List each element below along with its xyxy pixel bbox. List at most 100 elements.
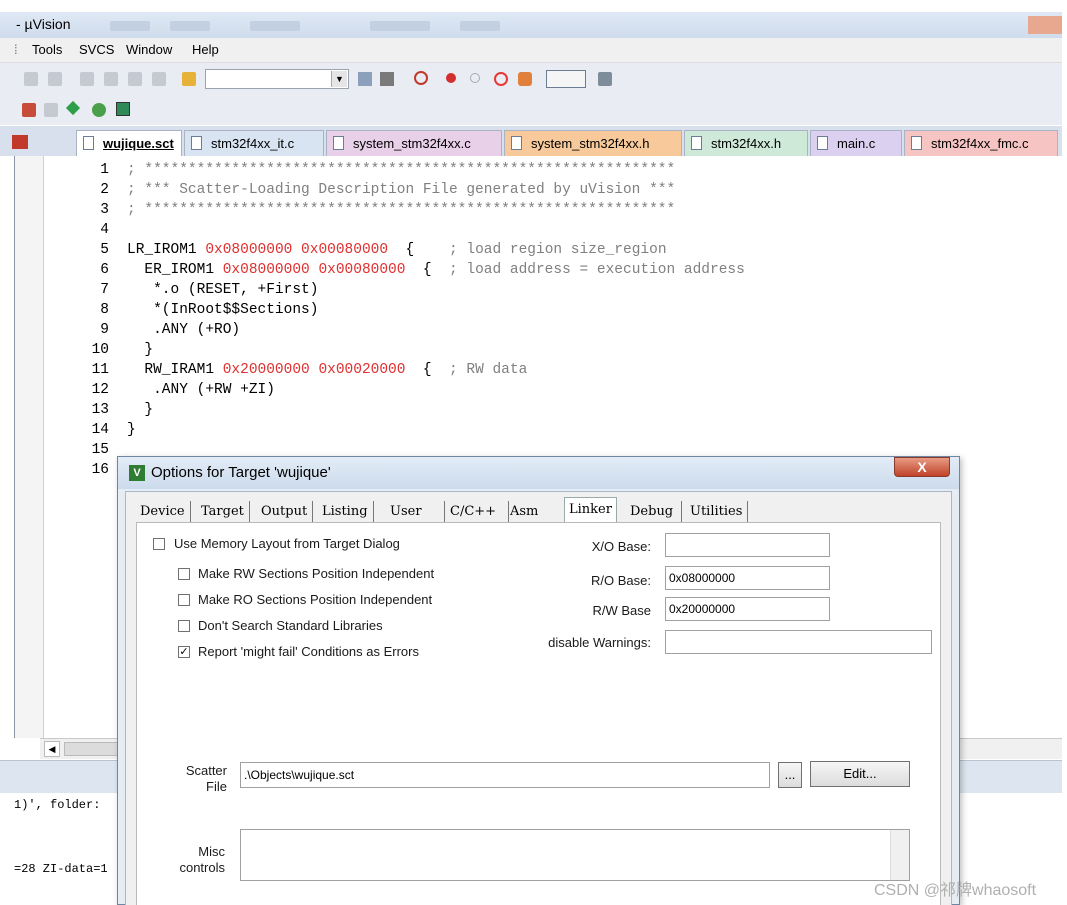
scatter-browse-button[interactable]: ... [778,762,802,788]
copy-icon[interactable] [44,103,58,117]
code-line: 4 [15,220,1045,240]
scatter-file-label-1: Scatter [185,763,227,778]
menu-tools[interactable]: Tools [32,42,62,57]
pack-installer-icon[interactable] [92,103,106,117]
toolbar-build: ▼ [0,63,1062,95]
configure-icon[interactable] [598,72,612,86]
title-bar: - µVision [0,12,1062,38]
file-icon [511,136,522,150]
indent-icon[interactable] [80,72,94,86]
report-might-fail-label: Report 'might fail' Conditions as Errors [198,644,419,659]
line-number: 6 [100,262,109,278]
code-text: ; *** Scatter-Loading Description File g… [127,182,676,198]
incremental-find-icon[interactable] [380,72,394,86]
dont-search-libraries-checkbox[interactable] [178,620,190,632]
window-layout-icon[interactable] [546,70,586,88]
rw-position-independent-label: Make RW Sections Position Independent [198,566,435,581]
bookmark-icon[interactable] [24,72,38,86]
menu-svcs[interactable]: SVCS [79,42,114,57]
breakpoint-disable-icon[interactable] [470,73,480,83]
code-line: 9 .ANY (+RO) [15,320,1045,340]
file-icon [911,136,922,150]
unindent-icon[interactable] [104,72,118,86]
find-in-files-icon[interactable] [182,72,196,86]
debug-icon[interactable] [414,71,428,85]
code-line: 3 ; *************************************… [15,200,1045,220]
comment-icon[interactable] [128,72,142,86]
disable-warnings-label: disable Warnings: [548,635,651,650]
tab-main-c[interactable]: main.c [810,130,902,156]
line-number: 13 [91,402,109,418]
use-memory-layout-checkbox[interactable] [153,538,165,550]
tab-wujique-sct[interactable]: wujique.sct [76,130,182,156]
rte-icon[interactable] [116,102,130,116]
rw-position-independent-checkbox[interactable] [178,568,190,580]
code-line: 10 } [15,340,1045,360]
tab-system-stm32f4xx-h[interactable]: system_stm32f4xx.h [504,130,682,156]
dialog-tab-output[interactable]: Output [261,501,314,523]
scatter-edit-button[interactable]: Edit... [810,761,910,787]
combo-dropdown-icon[interactable]: ▼ [331,71,347,87]
ro-base-label: R/O Base: [591,573,651,588]
find-icon[interactable] [358,72,372,86]
manage-components-icon[interactable] [65,100,81,116]
ro-base-input[interactable]: 0x08000000 [665,566,830,590]
kill-breakpoints-icon[interactable] [494,72,508,86]
dialog-tab-device[interactable]: Device [140,501,191,523]
code-text: ; **************************************… [127,162,676,178]
find-combo[interactable]: ▼ [205,69,349,89]
line-number: 10 [91,342,109,358]
tab-stm32f4xx-it-c[interactable]: stm32f4xx_it.c [184,130,324,156]
code-line: 5 LR_IROM1 0x08000000 0x00080000 { ; load… [15,240,1045,260]
scroll-left-icon[interactable]: ◀ [44,741,60,757]
dialog-close-button[interactable]: X [894,457,950,477]
file-icon [191,136,202,150]
check-mark-icon: ✓ [179,646,189,658]
line-number: 8 [100,302,109,318]
report-might-fail-checkbox[interactable]: ✓ [178,646,190,658]
dialog-tab-user[interactable]: User [390,501,445,523]
menu-bar: ⁞ Tools SVCS Window Help [0,38,1062,63]
menu-window[interactable]: Window [126,42,172,57]
code-text: *(InRoot$$Sections) [127,302,319,318]
editor-tab-strip: wujique.sct stm32f4xx_it.c system_stm32f… [0,126,1062,156]
dont-search-libraries-label: Don't Search Standard Libraries [198,618,383,633]
misc-controls-label-1: Misc [198,844,225,859]
dialog-tab-asm[interactable]: Asm [510,501,538,523]
close-tab-icon[interactable] [12,135,28,149]
menu-gripper: ⁞ [14,42,18,57]
ro-position-independent-label: Make RO Sections Position Independent [198,592,433,607]
line-number: 11 [91,362,109,378]
use-memory-layout-label: Use Memory Layout from Target Dialog [174,536,400,551]
line-number: 3 [100,202,109,218]
scatter-file-input[interactable]: .\Objects\wujique.sct [240,762,770,788]
menu-help[interactable]: Help [192,42,219,57]
ro-position-independent-checkbox[interactable] [178,594,190,606]
misc-controls-scrollbar[interactable] [890,830,909,880]
dialog-tab-debug[interactable]: Debug [630,501,683,523]
file-icon [817,136,828,150]
window-close-button[interactable] [1028,16,1062,34]
code-line: 11 RW_IRAM1 0x20000000 0x00020000 { ; RW… [15,360,1045,380]
bookmark-next-icon[interactable] [48,72,62,86]
dialog-tab-target[interactable]: Target [201,501,250,523]
code-text: *.o (RESET, +First) [127,282,319,298]
build-output-line-2: =28 ZI-data=1 [14,862,108,876]
dialog-tab-cpp[interactable]: C/C++ [450,501,510,523]
tab-stm32f4xx-fmc-c[interactable]: stm32f4xx_fmc.c [904,130,1058,156]
breakpoint-icon[interactable] [446,73,456,83]
tab-system-stm32f4xx-c[interactable]: system_stm32f4xx.c [326,130,502,156]
xo-base-input[interactable] [665,533,830,557]
dialog-title-bar: V Options for Target 'wujique' X [118,457,959,489]
disable-warnings-input[interactable] [665,630,932,654]
tab-stm32f4xx-h[interactable]: stm32f4xx.h [684,130,808,156]
dialog-tab-utilities[interactable]: Utilities [690,501,749,523]
dialog-tab-linker[interactable]: Linker [564,497,617,524]
misc-controls-textarea[interactable] [240,829,910,881]
file-icon [691,136,702,150]
dialog-tab-listing[interactable]: Listing [322,501,374,523]
rw-base-input[interactable]: 0x20000000 [665,597,830,621]
uncomment-icon[interactable] [152,72,166,86]
clear-breakpoints-icon[interactable] [518,72,532,86]
target-options-icon[interactable] [22,103,36,117]
